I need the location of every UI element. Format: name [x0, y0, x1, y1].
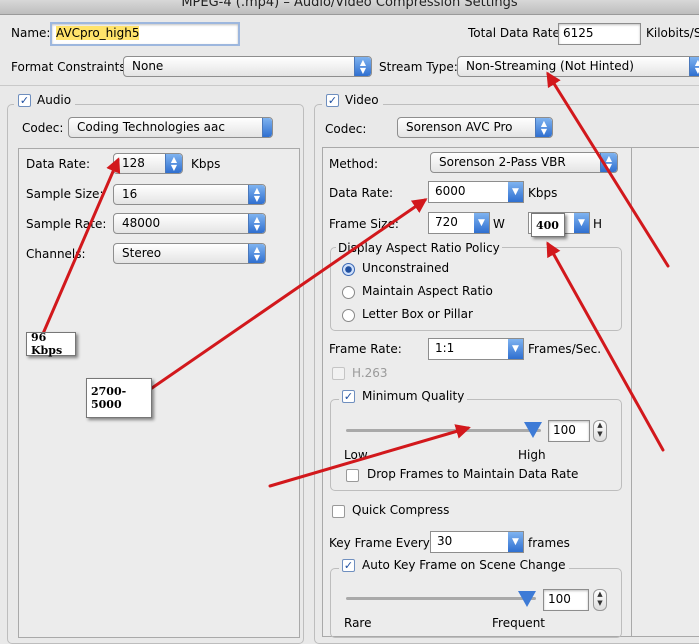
audio-rate-note: 96 Kbps	[26, 331, 76, 357]
arrow-video-rate	[150, 198, 428, 390]
arrow-stream-type	[546, 71, 670, 268]
annotation-arrows	[40, 71, 670, 488]
arrow-quality	[268, 424, 471, 488]
arrow-audio-rate	[40, 157, 121, 338]
video-rate-note: 2700-5000	[86, 378, 152, 418]
height-note: 400	[531, 213, 565, 237]
arrow-height	[546, 241, 665, 452]
